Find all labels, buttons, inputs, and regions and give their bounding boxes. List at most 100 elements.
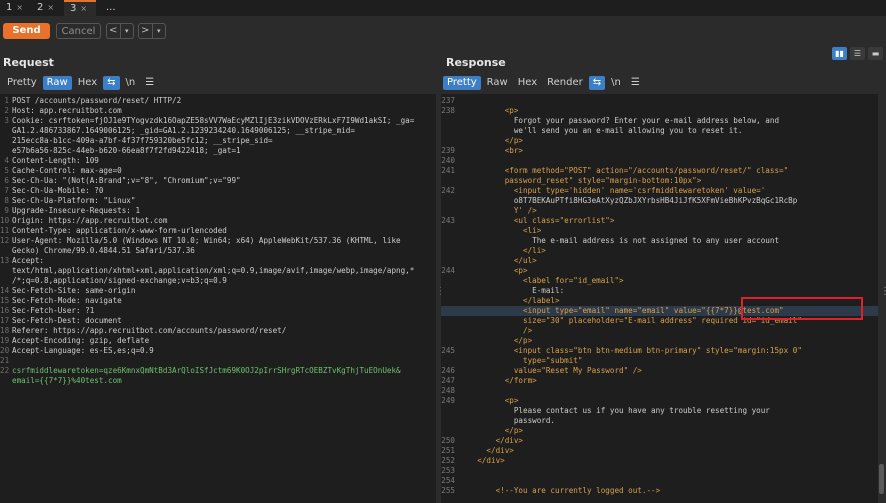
code-text: Sec-Fetch-Dest: document xyxy=(12,316,122,325)
code-line: 249 <p> xyxy=(441,396,878,406)
code-text: password. xyxy=(459,416,556,425)
code-text: Cache-Control: max-age=0 xyxy=(12,166,122,175)
code-line: GA1.2.486733867.1649006125; _gid=GA1.2.1… xyxy=(0,126,436,136)
tab-3[interactable]: 3 × xyxy=(64,0,96,16)
code-line: 237 xyxy=(441,96,878,106)
code-line: </p> xyxy=(441,336,878,346)
response-title: Response xyxy=(446,56,506,69)
line-number: 20 xyxy=(0,346,10,355)
newline-toggle-icon[interactable]: \n xyxy=(122,76,140,90)
code-line: 244 <p> xyxy=(441,266,878,276)
tab-hex[interactable]: Hex xyxy=(514,76,541,90)
code-line: 22 csrfmiddlewaretoken=qze6KmnxQmNtBd3ArQ… xyxy=(0,366,436,376)
line-number: 3 xyxy=(4,116,9,125)
code-text: Accept: xyxy=(12,256,45,265)
code-line: 2 Host: app.recruitbot.com xyxy=(0,106,436,116)
forward-button[interactable]: > ▾ xyxy=(138,23,166,39)
chevron-down-icon[interactable]: ▾ xyxy=(151,24,166,38)
code-line: 252 </div> xyxy=(441,456,878,466)
tab-close-icon[interactable]: × xyxy=(16,3,23,12)
tab-close-icon[interactable]: × xyxy=(47,3,54,12)
code-line: password. xyxy=(441,416,878,426)
code-text: Host: app.recruitbot.com xyxy=(12,106,122,115)
code-line: 1 POST /accounts/password/reset/ HTTP/2 xyxy=(0,96,436,106)
line-number: 21 xyxy=(0,356,10,365)
code-text: </p> xyxy=(459,336,533,345)
code-line: 255 <!--You are currently logged out.--> xyxy=(441,486,878,496)
response-scrollbar[interactable] xyxy=(878,94,885,501)
code-line: password_reset" style="margin-bottom:10p… xyxy=(441,176,878,186)
code-line: type="submit" xyxy=(441,356,878,366)
newline-toggle-icon[interactable]: \n xyxy=(607,76,625,90)
code-line: </ul> xyxy=(441,256,878,266)
code-text: <p> xyxy=(459,106,519,115)
code-text: Content-Length: 109 xyxy=(12,156,99,165)
tab-more[interactable]: ... xyxy=(100,0,126,16)
wrap-lines-icon[interactable]: ⇆ xyxy=(588,76,606,90)
line-number: 7 xyxy=(4,186,9,195)
code-line: Gecko) Chrome/99.0.4844.51 Safari/537.36 xyxy=(0,246,436,256)
line-number: 242 xyxy=(441,186,455,195)
code-text: </p> xyxy=(459,136,524,145)
code-text: Gecko) Chrome/99.0.4844.51 Safari/537.36 xyxy=(12,246,195,255)
code-text: </ul> xyxy=(459,256,537,265)
chevron-down-icon[interactable]: ▾ xyxy=(119,24,134,38)
layout-side-by-side-icon[interactable]: ▮▮ xyxy=(832,47,847,60)
line-number: 4 xyxy=(4,156,9,165)
code-line: 4 Content-Length: 109 xyxy=(0,156,436,166)
tab-1[interactable]: 1 × xyxy=(0,0,27,16)
code-text: User-Agent: Mozilla/5.0 (Windows NT 10.0… xyxy=(12,236,401,245)
send-button[interactable]: Send xyxy=(3,23,50,39)
code-line: 5 Cache-Control: max-age=0 xyxy=(0,166,436,176)
code-line: /> xyxy=(441,326,878,336)
code-text: <label for="id_email"> xyxy=(459,276,624,285)
code-text: <p> xyxy=(459,396,519,405)
tab-raw[interactable]: Raw xyxy=(483,76,512,90)
menu-icon[interactable]: ☰ xyxy=(141,76,158,90)
tab-pretty[interactable]: Pretty xyxy=(443,76,481,90)
code-line: 7 Sec-Ch-Ua-Mobile: ?0 xyxy=(0,186,436,196)
wrap-lines-icon[interactable]: ⇆ xyxy=(103,76,120,90)
code-line: Forgot your password? Enter your e-mail … xyxy=(441,116,878,126)
layout-tabs-icon[interactable]: ▬ xyxy=(868,47,883,60)
code-text: Sec-Ch-Ua-Mobile: ?0 xyxy=(12,186,104,195)
forward-icon: > xyxy=(141,25,150,36)
line-number: 9 xyxy=(4,206,9,215)
line-number: 11 xyxy=(0,226,10,235)
tab-pretty[interactable]: Pretty xyxy=(3,76,41,90)
code-text: Sec-Fetch-Mode: navigate xyxy=(12,296,122,305)
line-number: 249 xyxy=(441,396,455,405)
code-text: Referer: https://app.recruitbot.com/acco… xyxy=(12,326,287,335)
line-number: 2 xyxy=(4,106,9,115)
code-line: 247 </form> xyxy=(441,376,878,386)
code-text: <input type='hidden' name='csrfmiddlewar… xyxy=(459,186,766,195)
code-line: 254 xyxy=(441,476,878,486)
line-number: 241 xyxy=(441,166,455,175)
line-number: 243 xyxy=(441,216,455,225)
code-line: 17 Sec-Fetch-Dest: document xyxy=(0,316,436,326)
line-number: 10 xyxy=(0,216,10,225)
line-number: 22 xyxy=(0,366,10,375)
tab-close-icon[interactable]: × xyxy=(80,4,87,13)
code-line: 3 Cookie: csrftoken=fjOJ1e9TYogvzdk16OapZ… xyxy=(0,116,436,126)
request-editor[interactable]: 1 POST /accounts/password/reset/ HTTP/2 2 H… xyxy=(0,94,436,503)
code-line: email={{7*7}}%40test.com xyxy=(0,376,436,386)
scrollbar-thumb[interactable] xyxy=(879,464,884,494)
back-button[interactable]: < ▾ xyxy=(106,23,134,39)
tab-raw[interactable]: Raw xyxy=(42,76,72,90)
code-line: 239 <br> xyxy=(441,146,878,156)
menu-icon[interactable]: ☰ xyxy=(627,76,644,90)
request-title: Request xyxy=(3,56,54,69)
code-text: <!--You are currently logged out.--> xyxy=(459,486,661,495)
code-text: Origin: https://app.recruitbot.com xyxy=(12,216,168,225)
line-number: 248 xyxy=(441,386,455,395)
code-line: 8 Sec-Ch-Ua-Platform: "Linux" xyxy=(0,196,436,206)
tab-hex[interactable]: Hex xyxy=(74,76,101,90)
tab-2[interactable]: 2 × xyxy=(31,0,61,16)
code-text: Y' /> xyxy=(459,206,537,215)
tab-render[interactable]: Render xyxy=(543,76,587,90)
side-panel-handle-icon[interactable]: ⋮ xyxy=(880,286,886,297)
layout-stacked-icon[interactable]: ☰ xyxy=(850,47,865,60)
code-text: text/html,application/xhtml+xml,applicat… xyxy=(12,266,415,275)
cancel-button[interactable]: Cancel xyxy=(56,23,101,39)
